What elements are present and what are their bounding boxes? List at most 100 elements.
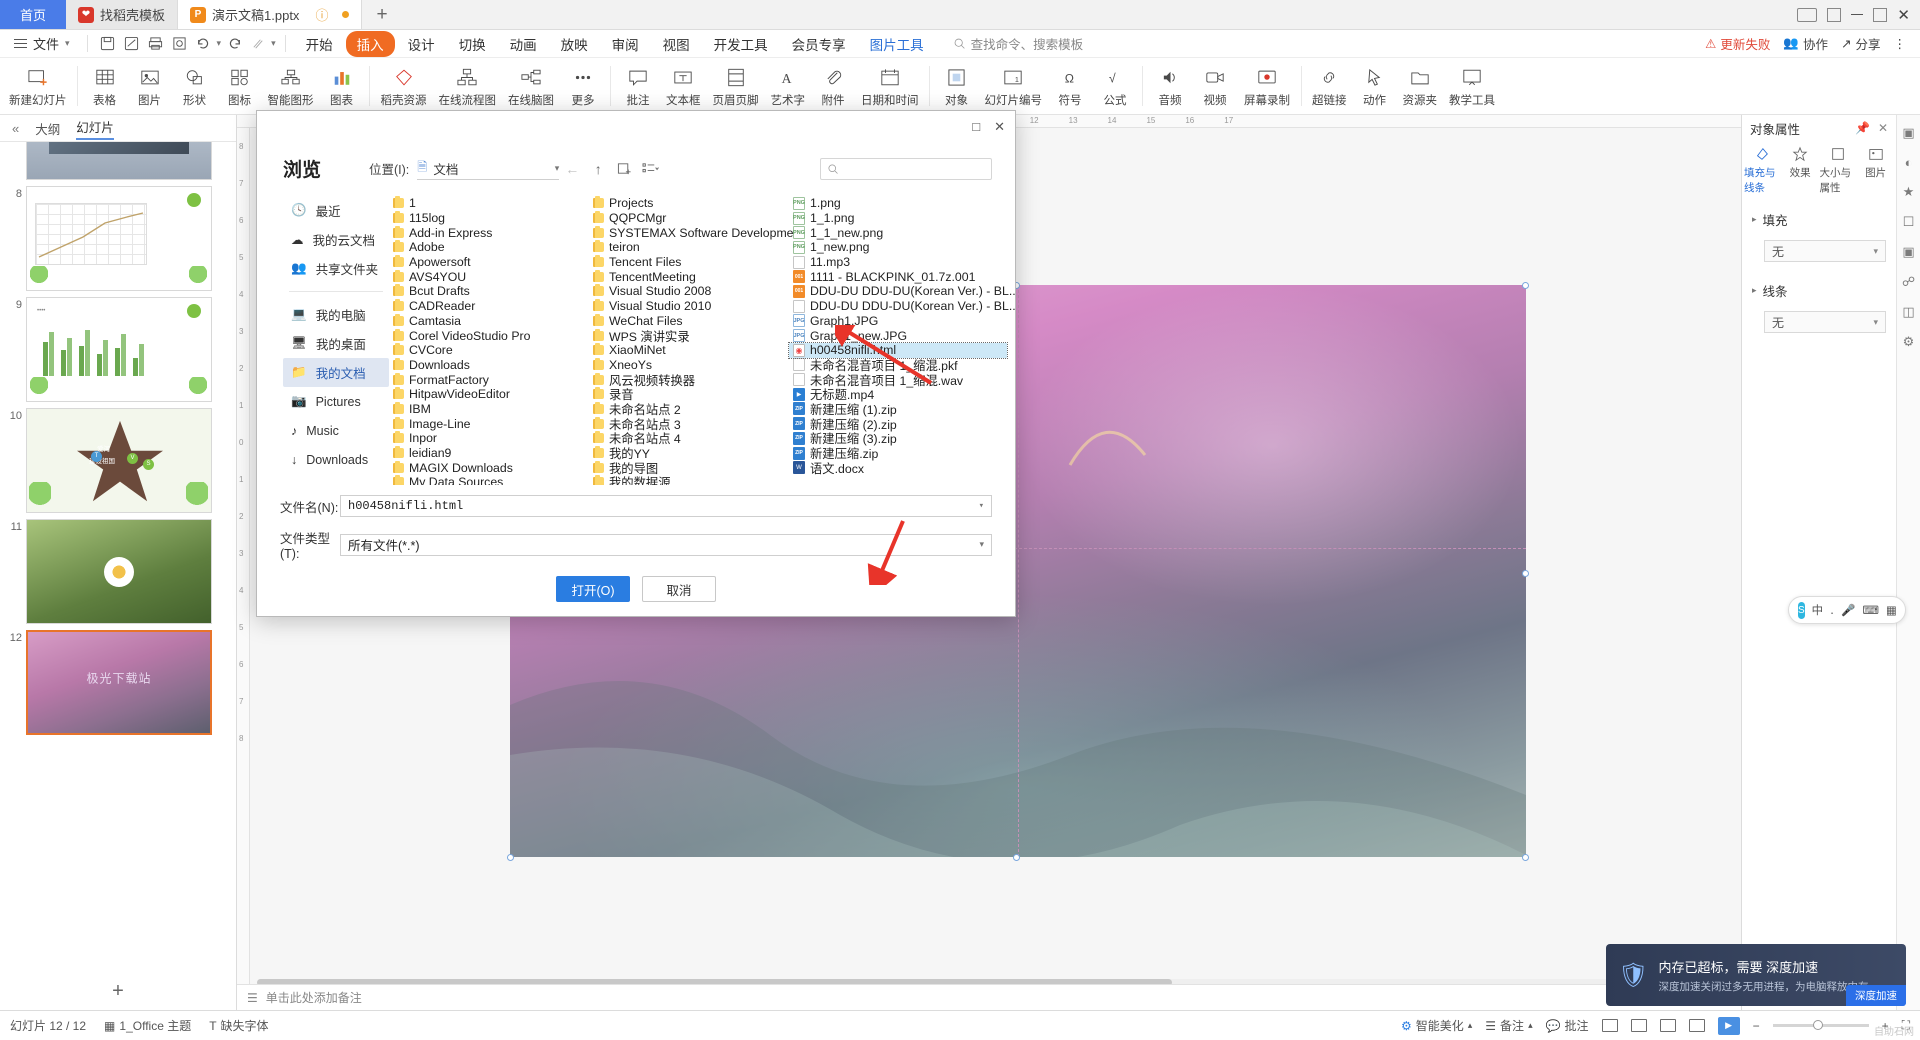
ribbon-docer-resource[interactable]: 稻壳资源 <box>375 63 433 110</box>
minimize-icon[interactable] <box>1851 14 1864 15</box>
notes-view-icon[interactable] <box>1688 1019 1705 1032</box>
folder-item[interactable]: CADReader <box>389 299 589 314</box>
picture-rail-icon[interactable]: ▣ <box>1902 244 1914 260</box>
folder-item[interactable]: CVCore <box>389 343 589 358</box>
slide-thumbnail-list[interactable]: 7 8 9 •••• <box>0 142 236 972</box>
place-pictures[interactable]: 📷 Pictures <box>283 387 389 416</box>
ribbon-header-footer[interactable]: 页眉页脚 <box>707 63 765 110</box>
folder-item[interactable]: 我的数据源 <box>589 475 789 485</box>
shield-icon[interactable]: ☍ <box>1902 274 1915 290</box>
line-select[interactable]: 无 ▾ <box>1764 311 1886 333</box>
command-search[interactable]: 查找命令、搜索模板 <box>953 34 1083 53</box>
location-select[interactable]: 🗎 文档 ▾ <box>417 158 560 180</box>
ime-toolbar[interactable]: S 中 ․ 🎤 ⌨ ▦ <box>1788 596 1906 624</box>
theme-button[interactable]: ▦ 1_Office 主题 <box>104 1017 191 1034</box>
missing-font-button[interactable]: T 缺失字体 <box>209 1017 268 1034</box>
nav-back-icon[interactable]: ← <box>559 157 585 181</box>
new-folder-icon[interactable] <box>611 157 637 181</box>
file-item[interactable]: PNG 1_1.png <box>789 211 1007 226</box>
folder-item[interactable]: Visual Studio 2010 <box>589 299 789 314</box>
adjust-icon[interactable]: ◐ <box>1905 155 1913 170</box>
notes-button[interactable]: ☰ 备注 ▴ <box>1485 1017 1532 1034</box>
menu-item-insert[interactable]: 插入 <box>345 30 395 57</box>
ribbon-teaching-tools[interactable]: 教学工具 <box>1443 63 1501 110</box>
ribbon-screen-record[interactable]: 屏幕录制 <box>1238 63 1296 110</box>
ribbon-comment[interactable]: 批注 <box>616 63 660 110</box>
place-shared-folder[interactable]: 👥 共享文件夹 <box>283 254 389 283</box>
slide-thumb-9[interactable]: 9 •••• <box>0 294 236 405</box>
new-tab-button[interactable]: + <box>362 0 402 29</box>
folder-item[interactable]: Camtasia <box>389 313 589 329</box>
folder-item[interactable]: leidian9 <box>389 446 589 461</box>
folder-item[interactable]: WPS 演讲实录 <box>589 328 789 344</box>
place-recent[interactable]: 🕓 最近 <box>283 196 389 225</box>
place-cloud-docs[interactable]: ☁ 我的云文档 <box>283 225 389 254</box>
ribbon-datetime[interactable]: 日期和时间 <box>856 63 924 110</box>
maximize-icon[interactable] <box>1873 7 1888 22</box>
ribbon-formula[interactable]: √ 公式 <box>1093 63 1137 110</box>
place-my-desktop[interactable]: 🖥 我的桌面 <box>283 329 389 358</box>
ribbon-more[interactable]: 更多 <box>561 63 605 110</box>
resize-handle-se[interactable] <box>1522 854 1529 861</box>
format-painter-icon[interactable] <box>247 33 269 55</box>
customize-caret-icon[interactable]: ▾ <box>271 38 276 49</box>
ribbon-table[interactable]: 表格 <box>83 63 127 110</box>
ribbon-attachment[interactable]: 附件 <box>811 63 855 110</box>
print-preview-icon[interactable] <box>169 33 191 55</box>
ribbon-picture[interactable]: 图片 <box>128 63 172 110</box>
cancel-button[interactable]: 取消 <box>642 576 716 602</box>
undo-icon[interactable] <box>193 33 215 55</box>
zoom-slider[interactable] <box>1772 1020 1869 1030</box>
ribbon-shapes[interactable]: 形状 <box>173 63 217 110</box>
ribbon-hyperlink[interactable]: 超链接 <box>1307 63 1352 110</box>
slide-sorter-icon[interactable] <box>1630 1019 1647 1032</box>
menu-item-transition[interactable]: 切换 <box>448 31 497 57</box>
share-button[interactable]: ↗ 分享 <box>1841 34 1881 53</box>
tab-effects[interactable]: 效果 <box>1782 145 1819 195</box>
ribbon-icons[interactable]: 图标 <box>218 63 262 110</box>
folder-item[interactable]: 115log <box>389 211 589 226</box>
file-item[interactable]: 001 DDU-DU DDU-DU(Korean Ver.) - BL... <box>789 284 1015 299</box>
menu-item-review[interactable]: 审阅 <box>601 31 650 57</box>
print-icon[interactable] <box>145 33 167 55</box>
folder-item[interactable]: SYSTEMAX Software Development <box>589 225 804 240</box>
restore-layout-icon[interactable] <box>1797 7 1818 22</box>
tab-home[interactable]: 首页 <box>0 0 66 29</box>
folder-item[interactable]: Inpor <box>389 431 589 446</box>
ribbon-new-slide[interactable]: 新建幻灯片 <box>4 63 72 110</box>
ribbon-wordart[interactable]: A 艺术字 <box>766 63 811 110</box>
deep-accelerate-button[interactable]: 深度加速 <box>1846 985 1906 1006</box>
tab-size-and-properties[interactable]: 大小与属性 <box>1820 145 1857 195</box>
folder-item[interactable]: teiron <box>589 240 789 255</box>
filetype-select[interactable]: 所有文件(*.*) ▾ <box>340 533 992 556</box>
folder-item[interactable]: Projects <box>589 196 789 211</box>
folder-item[interactable]: HitpawVideoEditor <box>389 387 589 402</box>
section-line[interactable]: ▸ 线条 <box>1742 272 1896 309</box>
ribbon-smartart[interactable]: 智能图形 <box>263 63 319 110</box>
menu-item-design[interactable]: 设计 <box>397 31 446 57</box>
apps-icon[interactable]: ▦ <box>1886 603 1897 617</box>
close-icon[interactable]: ✕ <box>994 119 1005 135</box>
file-item[interactable]: DDU-DU DDU-DU(Korean Ver.) - BL... <box>789 299 1015 314</box>
tab-docer-template[interactable]: ❤ 找稻壳模板 <box>66 0 179 29</box>
add-slide-button[interactable]: + <box>0 972 236 1010</box>
tab-picture[interactable]: 图片 <box>1857 145 1894 195</box>
menu-item-member[interactable]: 会员专享 <box>781 31 857 57</box>
section-fill[interactable]: ▸ 填充 <box>1742 201 1896 238</box>
folder-item[interactable]: Bcut Drafts <box>389 284 589 299</box>
slide-thumb-7[interactable]: 7 <box>0 142 236 183</box>
ribbon-slide-number[interactable]: 1 幻灯片编号 <box>980 63 1048 110</box>
file-item[interactable]: PNG 1.png <box>789 196 1007 211</box>
chevron-down-icon[interactable]: ▾ <box>979 539 984 550</box>
ime-mode[interactable]: 中 <box>1812 602 1824 618</box>
memory-toast[interactable]: 🛡 内存已超标，需要 深度加速 深度加速关闭过多无用进程，为电脑释放内存 深度加… <box>1606 944 1906 1006</box>
close-icon[interactable]: ✕ <box>1878 121 1888 135</box>
save-icon[interactable] <box>97 33 119 55</box>
place-my-computer[interactable]: 💻 我的电脑 <box>283 300 389 329</box>
menu-item-slideshow[interactable]: 放映 <box>550 31 599 57</box>
file-list[interactable]: 1 115log Add-in Express Adobe Apowersoft AVS4… <box>389 196 1015 485</box>
file-item[interactable]: JPG Graph1_new.JPG <box>789 328 1007 343</box>
menu-item-animation[interactable]: 动画 <box>499 31 548 57</box>
folder-item[interactable]: My Data Sources <box>389 475 589 485</box>
collaborate-button[interactable]: 👥 协作 <box>1783 34 1828 53</box>
